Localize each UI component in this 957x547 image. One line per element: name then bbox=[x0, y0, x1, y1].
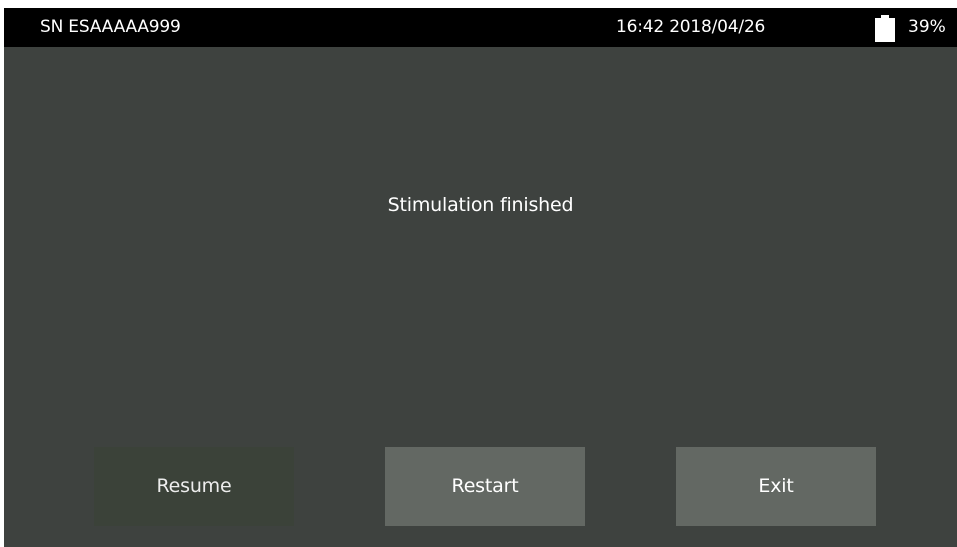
serial-number: SN ESAAAAA999 bbox=[40, 17, 181, 37]
battery-body bbox=[875, 18, 895, 42]
status-bar: SN ESAAAAA999 16:42 2018/04/26 39% bbox=[4, 8, 957, 47]
battery-icon bbox=[875, 15, 895, 42]
battery-percent: 39% bbox=[908, 17, 946, 37]
status-message: Stimulation finished bbox=[387, 194, 574, 216]
resume-button[interactable]: Resume bbox=[94, 447, 294, 526]
date-time: 16:42 2018/04/26 bbox=[616, 17, 766, 37]
exit-button[interactable]: Exit bbox=[676, 447, 876, 526]
device-screen: SN ESAAAAA999 16:42 2018/04/26 39% Stimu… bbox=[4, 8, 957, 547]
restart-button[interactable]: Restart bbox=[385, 447, 585, 526]
